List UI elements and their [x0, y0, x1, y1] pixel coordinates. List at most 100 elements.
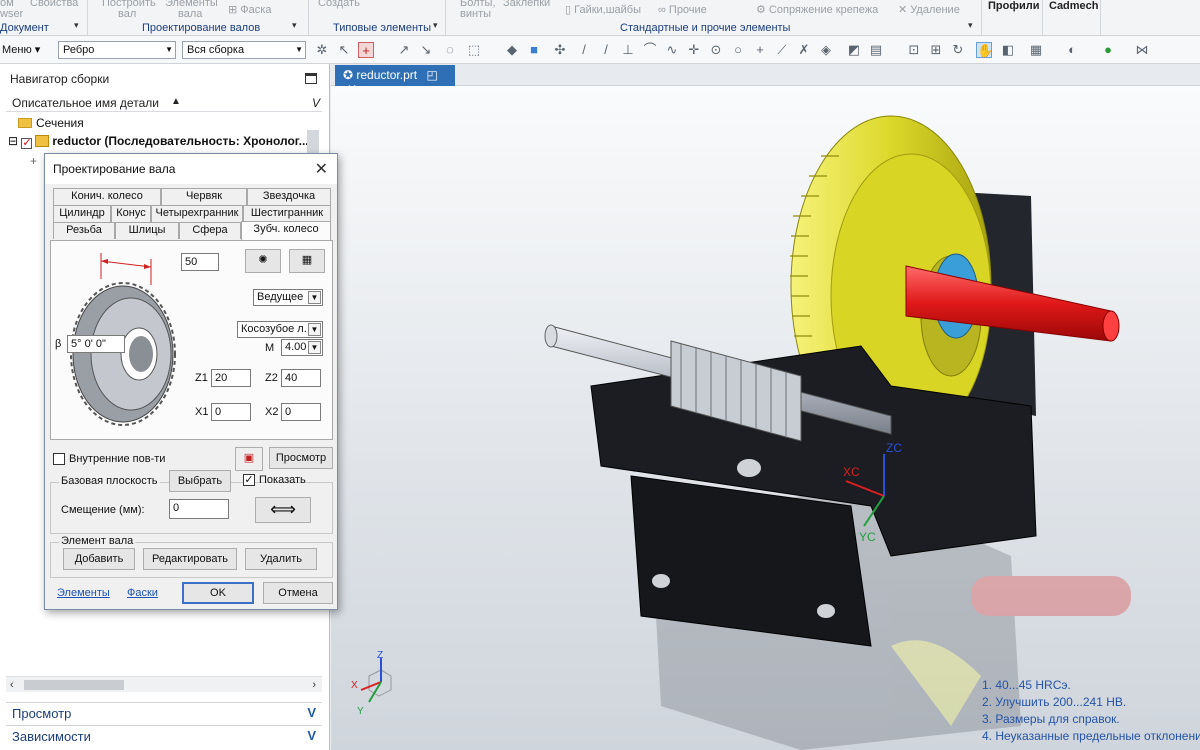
selection-scope-combo[interactable]: Вся сборка ▼ [182, 41, 306, 59]
render-style-icon[interactable]: ◧ [1000, 42, 1016, 58]
ribbon-button-other[interactable]: ∞ Прочие [658, 4, 707, 16]
grid-icon[interactable]: ▤ [868, 42, 884, 58]
body-filter-icon[interactable]: ■ [526, 42, 542, 58]
visibility-checkbox[interactable]: ✓ [21, 138, 33, 149]
elements-link[interactable]: Элементы [57, 587, 110, 599]
select-arrow-icon[interactable]: ↖ [336, 42, 352, 58]
tangent-icon[interactable]: ⊥ [620, 42, 636, 58]
ribbon-button-chamfer[interactable]: ⊞ Фаска [228, 4, 271, 16]
graphics-viewport[interactable]: ZC XC YC Z X Y [331, 86, 1200, 750]
panel-dependencies[interactable]: Зависимости V [6, 725, 322, 747]
line-icon[interactable]: / [576, 42, 592, 58]
ribbon-button-delete[interactable]: ✕ Удаление [898, 4, 960, 16]
rectangle-select-icon[interactable]: ⬚ [466, 42, 482, 58]
preview-button[interactable]: Просмотр [269, 447, 333, 469]
maximize-icon[interactable] [305, 73, 317, 84]
selection-filter-combo[interactable]: Ребро ▼ [58, 41, 176, 59]
diagonal-icon[interactable]: ⟋ [774, 42, 790, 58]
tab-bevel-gear[interactable]: Конич. колесо [53, 188, 161, 205]
group-shaft-design-expand[interactable]: ▾ [292, 20, 297, 31]
orient-icon[interactable]: ◐ [1064, 42, 1080, 58]
pointer-icon[interactable]: ↘ [418, 42, 434, 58]
tab-thread[interactable]: Резьба [53, 222, 115, 239]
lasso-icon[interactable]: ◌ [442, 42, 458, 58]
panel-preview[interactable]: Просмотр V [6, 702, 322, 724]
intersection-icon[interactable]: ✛ [686, 42, 702, 58]
quadrant-icon[interactable]: ○ [730, 42, 746, 58]
calculator-button[interactable]: ▦ [289, 249, 325, 273]
ribbon-button-bolts-line2[interactable]: винты [460, 8, 491, 20]
offset-input[interactable]: 0 [169, 499, 229, 519]
tab-sprocket[interactable]: Звездочка [247, 188, 331, 205]
face-width-input[interactable]: 50 [181, 253, 219, 271]
group-typical-expand[interactable]: ▾ [433, 20, 438, 31]
dialog-titlebar[interactable]: Проектирование вала ✕ [45, 154, 337, 184]
ribbon-button-nuts[interactable]: ▯ Гайки,шайбы [565, 4, 641, 16]
scroll-right-icon[interactable]: › [312, 677, 316, 693]
x2-input[interactable]: 0 [281, 403, 321, 421]
settings-gear-icon[interactable]: ✲ [314, 42, 330, 58]
plus-icon[interactable]: + [752, 42, 768, 58]
show-plane-checkbox[interactable]: ✓ [243, 474, 255, 486]
tab-worm[interactable]: Червяк [161, 188, 247, 205]
face-icon[interactable]: ◈ [818, 42, 834, 58]
gear-settings-button[interactable]: ✺ [245, 249, 281, 273]
point-on-curve-icon[interactable]: ✗ [796, 42, 812, 58]
ribbon-button-fastener-mating[interactable]: ⚙ Сопряжение крепежа [756, 4, 878, 16]
flip-direction-button[interactable]: ⟺ [255, 497, 311, 523]
collapse-icon[interactable]: ⊟ [8, 134, 21, 148]
tab-cone[interactable]: Конус [111, 205, 151, 222]
chamfers-link[interactable]: Фаски [127, 587, 158, 599]
tree-item-reductor[interactable]: ⊟ ✓ reductor (Последовательность: Хроноло… [8, 132, 309, 150]
document-tab[interactable]: ✪ reductor.prt ◰ ✕ [335, 65, 455, 96]
scroll-left-icon[interactable]: ‹ [10, 677, 14, 693]
delete-element-button[interactable]: Удалить [245, 548, 317, 570]
edit-element-button[interactable]: Редактировать [143, 548, 237, 570]
select-plane-button[interactable]: Выбрать [169, 470, 231, 492]
cancel-button[interactable]: Отмена [263, 582, 333, 604]
module-select[interactable]: 4.00 ▼ [281, 339, 323, 356]
x1-input[interactable]: 0 [211, 403, 251, 421]
tree-item-sections[interactable]: Сечения [18, 114, 84, 132]
rotate-icon[interactable]: ↻ [950, 42, 966, 58]
tab-splines[interactable]: Шлицы [115, 222, 179, 239]
tab-profiles[interactable]: Профили [988, 0, 1039, 16]
circle-center-icon[interactable]: ⊙ [708, 42, 724, 58]
hscroll-thumb[interactable] [24, 680, 124, 690]
internal-surfaces-checkbox[interactable] [53, 453, 65, 465]
z2-input[interactable]: 40 [281, 369, 321, 387]
add-element-button[interactable]: Добавить [63, 548, 135, 570]
ok-button[interactable]: OK [182, 582, 254, 604]
navigator-column-header[interactable]: Описательное имя детали ▲ V [6, 94, 322, 112]
tab-pin-icon[interactable]: ◰ [426, 68, 437, 82]
snap-plus-icon[interactable]: + [358, 42, 374, 58]
beta-angle-input[interactable]: 5° 0' 0" [67, 335, 125, 353]
tab-sphere[interactable]: Сфера [179, 222, 241, 239]
line-icon[interactable]: / [598, 42, 614, 58]
tab-cadmech[interactable]: Cadmech [1049, 0, 1099, 16]
point-icon[interactable]: ✣ [552, 42, 568, 58]
expand-icon[interactable]: + [30, 152, 37, 170]
solid-filter-icon[interactable]: ◆ [504, 42, 520, 58]
tab-hexagon[interactable]: Шестигранник [243, 205, 331, 222]
spline-icon[interactable]: ∿ [664, 42, 680, 58]
menu-button[interactable]: Меню ▾ [2, 43, 40, 56]
view-options-icon[interactable]: ⋈ [1134, 42, 1150, 58]
ribbon-button-shaft-elements-line2[interactable]: вала [178, 8, 202, 20]
tooth-type-select[interactable]: Косозубое л. ▼ [237, 321, 323, 338]
ribbon-button-create[interactable]: Создать [318, 0, 360, 9]
ribbon-button-build-shaft-line2[interactable]: вал [118, 8, 136, 20]
group-standard-expand[interactable]: ▾ [968, 20, 973, 31]
tab-square[interactable]: Четырехгранник [151, 205, 243, 222]
tab-cylinder[interactable]: Цилиндр [53, 205, 111, 222]
tab-spur-gear[interactable]: Зубч. колесо [241, 221, 331, 240]
snap-filter-icon[interactable]: ◩ [846, 42, 862, 58]
fit-view-icon[interactable]: ⊡ [906, 42, 922, 58]
ribbon-button-rivets[interactable]: Заклепки [503, 0, 550, 9]
zoom-icon[interactable]: ⊞ [928, 42, 944, 58]
gear-role-select[interactable]: Ведущее ▼ [253, 289, 323, 306]
close-icon[interactable]: ✕ [315, 159, 328, 179]
hole-icon-button[interactable]: ▣ [235, 447, 263, 471]
z1-input[interactable]: 20 [211, 369, 251, 387]
cursor-icon[interactable]: ↗ [396, 42, 412, 58]
